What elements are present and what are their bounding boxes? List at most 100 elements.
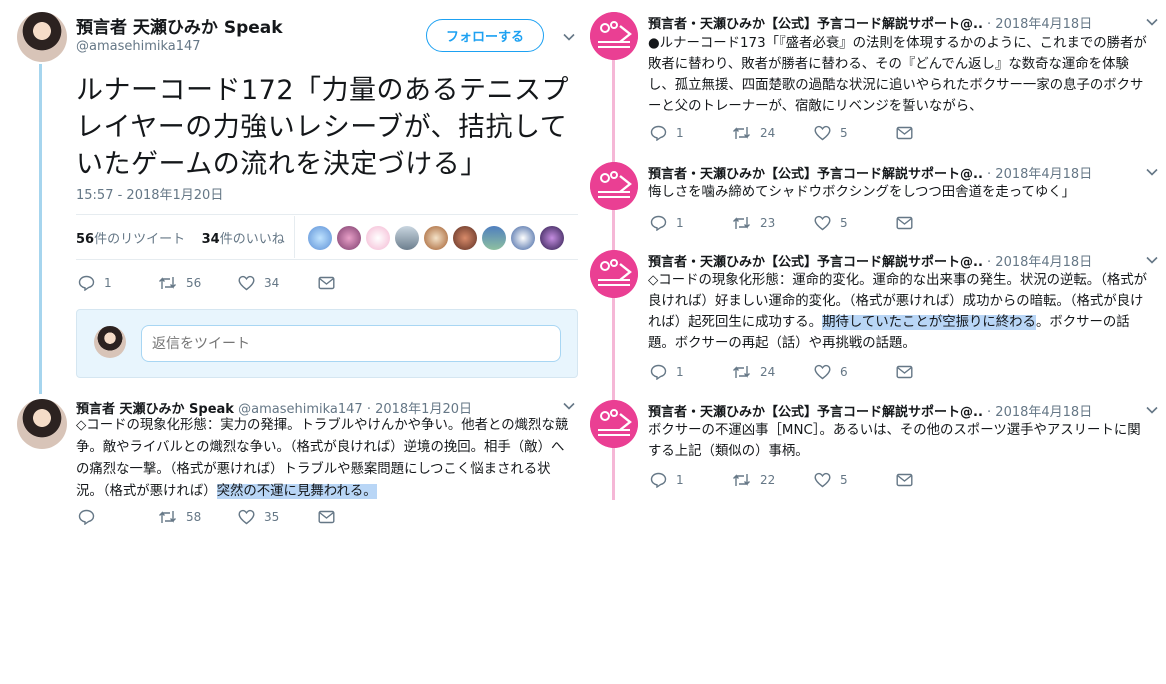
retweet-icon: [733, 366, 750, 378]
follow-button[interactable]: フォローする: [426, 19, 544, 52]
reply-button[interactable]: [78, 509, 158, 525]
like-icon: [814, 364, 831, 380]
retweet-count: 22: [760, 473, 776, 487]
tweet-header: 預言者・天瀬ひみか【公式】予言コード解説サポート@.. · 2018年4月18日: [648, 163, 1092, 182]
reply-button[interactable]: 1: [650, 215, 732, 231]
user-avatar: [94, 326, 126, 358]
reply-button[interactable]: 1: [650, 472, 732, 488]
tweet-text: ルナーコード172「力量のあるテニスプレイヤーの力強いレシーブが、拮抗していたゲ…: [76, 75, 570, 180]
liker-avatar[interactable]: [453, 226, 477, 250]
retweet-count: 58: [186, 510, 202, 524]
like-button[interactable]: 34: [238, 275, 318, 291]
chevron-down-icon[interactable]: [1145, 15, 1159, 29]
retweet-button[interactable]: 24: [732, 364, 814, 380]
reply-button[interactable]: 1: [650, 125, 732, 141]
author-name[interactable]: 預言者・天瀬ひみか【公式】予言コード解説サポート@..: [648, 405, 983, 420]
like-stat[interactable]: 34件のいいね: [202, 232, 285, 247]
dm-button[interactable]: [318, 276, 335, 290]
reply-count: 1: [676, 126, 684, 140]
like-count: 34: [264, 276, 280, 290]
tweet-date[interactable]: · 2018年4月18日: [987, 17, 1092, 32]
reply-button[interactable]: 1: [78, 275, 158, 291]
stats-divider: [294, 216, 295, 258]
liker-avatar[interactable]: [511, 226, 535, 250]
liker-avatar[interactable]: [366, 226, 390, 250]
dm-button[interactable]: [896, 365, 913, 379]
chevron-down-icon[interactable]: [1145, 253, 1159, 267]
dm-button[interactable]: [896, 216, 913, 230]
like-icon: [814, 215, 831, 231]
chevron-down-icon[interactable]: [1145, 165, 1159, 179]
tweet-text: 悔しさを噛み締めてシャドウボクシングをしつつ田舎道を走ってゆく」: [648, 185, 1076, 200]
retweet-stat[interactable]: 56件のリツイート: [76, 232, 185, 247]
reply-icon: [78, 509, 95, 525]
tweet-action-bar: 1 23 5: [650, 215, 913, 231]
brand-logo-avatar[interactable]: [590, 12, 638, 60]
highlighted-text: 期待していたことが空振りに終わる: [822, 315, 1036, 330]
reply-icon: [650, 215, 667, 231]
liker-avatar[interactable]: [337, 226, 361, 250]
like-button[interactable]: 5: [814, 125, 896, 141]
liker-avatar[interactable]: [308, 226, 332, 250]
reply-button[interactable]: 1: [650, 364, 732, 380]
like-icon: [814, 472, 831, 488]
reply-icon: [650, 472, 667, 488]
dm-icon: [896, 473, 913, 487]
retweet-icon: [733, 217, 750, 229]
right-thread-panel: 預言者・天瀬ひみか【公式】予言コード解説サポート@.. · 2018年4月18日…: [590, 0, 1166, 684]
like-count: 5: [840, 126, 848, 140]
retweet-count: 24: [760, 365, 776, 379]
author-name[interactable]: 預言者・天瀬ひみか【公式】予言コード解説サポート@..: [648, 255, 983, 270]
retweet-button[interactable]: 23: [732, 215, 814, 231]
tweet-action-bar: 1 22 5: [650, 472, 913, 488]
retweet-button[interactable]: 22: [732, 472, 814, 488]
author-avatar[interactable]: [17, 12, 67, 62]
liker-avatar[interactable]: [482, 226, 506, 250]
tweet-header: 預言者・天瀬ひみか【公式】予言コード解説サポート@.. · 2018年4月18日: [648, 401, 1092, 420]
tweet-action-bar: 1 24 5: [650, 125, 913, 141]
retweet-button[interactable]: 56: [158, 275, 238, 291]
brand-logo-avatar[interactable]: [590, 400, 638, 448]
like-button[interactable]: 5: [814, 472, 896, 488]
like-button[interactable]: 35: [238, 509, 318, 525]
retweet-icon: [159, 511, 176, 523]
reply-composer: [76, 309, 578, 378]
tweet-date[interactable]: · 2018年4月18日: [987, 167, 1092, 182]
like-button[interactable]: 6: [814, 364, 896, 380]
reply-icon: [650, 125, 667, 141]
dm-button[interactable]: [318, 510, 335, 524]
tweet-action-bar: 1 56 34: [78, 275, 335, 291]
like-count: 35: [264, 510, 280, 524]
reply-author-avatar[interactable]: [17, 399, 67, 449]
retweet-count: 23: [760, 216, 776, 230]
brand-logo-avatar[interactable]: [590, 162, 638, 210]
chevron-down-icon[interactable]: [562, 399, 576, 413]
liker-avatar[interactable]: [424, 226, 448, 250]
author-name[interactable]: 預言者 天瀬ひみか Speak: [76, 13, 283, 38]
liker-avatar[interactable]: [395, 226, 419, 250]
author-name[interactable]: 預言者・天瀬ひみか【公式】予言コード解説サポート@..: [648, 167, 983, 182]
dm-button[interactable]: [896, 473, 913, 487]
chevron-down-icon[interactable]: [562, 30, 576, 44]
dm-icon: [318, 510, 335, 524]
tweet-header: 預言者・天瀬ひみか【公式】予言コード解説サポート@.. · 2018年4月18日: [648, 13, 1092, 32]
liker-avatar[interactable]: [540, 226, 564, 250]
like-icon: [238, 275, 255, 291]
tweet-timestamp[interactable]: 15:57 - 2018年1月20日: [76, 184, 223, 203]
tweet-text: ●ルナーコード173「『盛者必衰』の法則を体現するかのように、これまでの勝者が敗…: [648, 36, 1147, 114]
author-name[interactable]: 預言者・天瀬ひみか【公式】予言コード解説サポート@..: [648, 17, 983, 32]
retweet-button[interactable]: 24: [732, 125, 814, 141]
like-count: 6: [840, 365, 848, 379]
retweet-icon: [733, 127, 750, 139]
tweet-date[interactable]: · 2018年4月18日: [987, 255, 1092, 270]
reply-icon: [78, 275, 95, 291]
author-handle[interactable]: @amasehimika147: [76, 39, 201, 54]
chevron-down-icon[interactable]: [1145, 403, 1159, 417]
like-button[interactable]: 5: [814, 215, 896, 231]
retweet-button[interactable]: 58: [158, 509, 238, 525]
brand-logo-avatar[interactable]: [590, 250, 638, 298]
tweet-date[interactable]: · 2018年4月18日: [987, 405, 1092, 420]
retweet-count: 24: [760, 126, 776, 140]
reply-input[interactable]: [141, 325, 561, 362]
dm-button[interactable]: [896, 126, 913, 140]
